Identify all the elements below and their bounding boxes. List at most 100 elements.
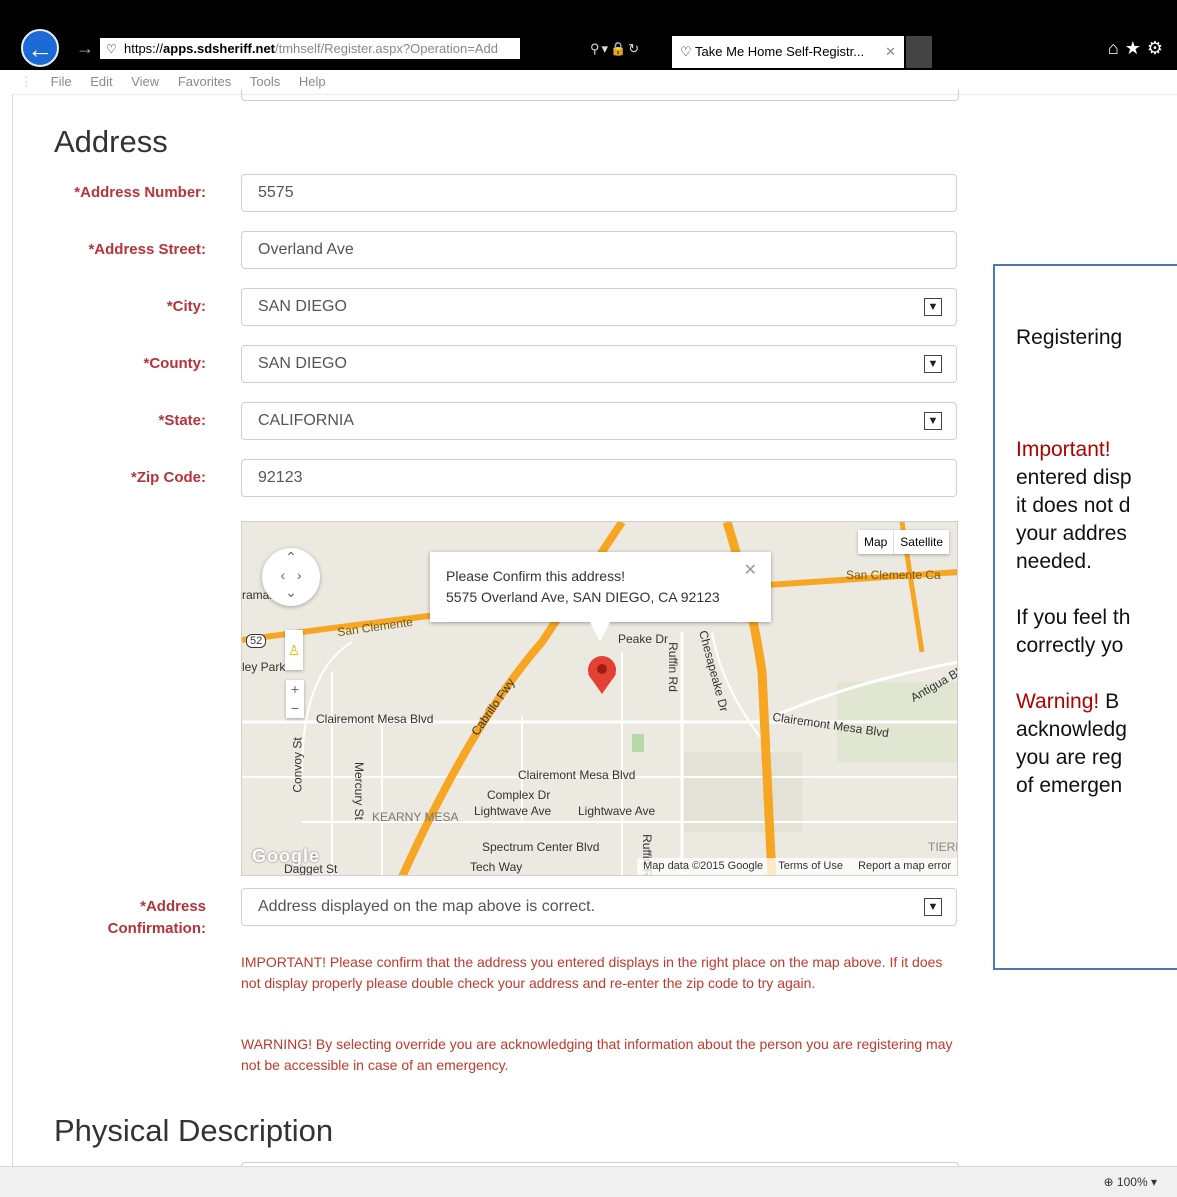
- city-label: *City:: [166, 298, 206, 315]
- sidebox-important: Important!: [1016, 438, 1111, 461]
- menu-favorites[interactable]: Favorites: [178, 70, 231, 94]
- pan-down-icon[interactable]: ⌄: [262, 584, 320, 600]
- map-footer: Map data ©2015 Google Terms of Use Repor…: [637, 858, 957, 875]
- map-label-clairemont-mesa-blvd-w: Clairemont Mesa Blvd: [316, 712, 434, 726]
- refresh-icon[interactable]: ↻: [628, 41, 641, 56]
- map-pan-control[interactable]: ⌃ ‹ › ⌄: [262, 548, 320, 606]
- important-note: IMPORTANT! Please confirm that the addre…: [241, 954, 943, 991]
- close-popup-icon[interactable]: ✕: [744, 560, 757, 581]
- map-type-satellite-button[interactable]: Satellite: [894, 530, 949, 554]
- zoom-level: 100%: [1116, 1175, 1148, 1189]
- map-label-convoy-st: Convoy St: [290, 737, 305, 793]
- address-confirmation-select[interactable]: Address displayed on the map above is co…: [241, 888, 957, 926]
- previous-field-stub: [241, 90, 959, 101]
- sidebox-line5: your addres: [1016, 522, 1127, 545]
- new-tab-button[interactable]: [906, 36, 932, 68]
- map-label-ley-park: ley Park: [242, 660, 286, 674]
- state-select[interactable]: CALIFORNIA ▼: [241, 402, 957, 440]
- warning-note: WARNING! By selecting override you are a…: [241, 1036, 953, 1073]
- zoom-in-icon[interactable]: +: [286, 680, 304, 699]
- map-info-popup: Please Confirm this address! 5575 Overla…: [430, 552, 771, 622]
- map-label-san-clemente-right: San Clemente Ca: [846, 568, 941, 582]
- physical-description-heading: Physical Description: [54, 1113, 334, 1148]
- map-label-tech-way: Tech Way: [470, 860, 523, 874]
- county-select[interactable]: SAN DIEGO ▼: [241, 345, 957, 383]
- search-icon[interactable]: ⚲: [590, 41, 602, 56]
- map-label-kearny-mesa: KEARNY MESA: [372, 810, 459, 824]
- map-label-ruffin-rd: Ruffin Rd: [665, 642, 680, 692]
- chevron-down-icon[interactable]: ▼: [924, 355, 942, 373]
- county-label: *County:: [143, 355, 207, 372]
- address-bar[interactable]: ♡ https://apps.sdsheriff.net/tmhself/Regi…: [100, 38, 520, 59]
- sidebox-line10: acknowledg: [1016, 718, 1127, 741]
- pan-left-right-icon[interactable]: ‹ ›: [262, 566, 320, 584]
- address-bar-tools[interactable]: ⚲▾🔒↻: [590, 38, 641, 59]
- state-value: CALIFORNIA: [258, 412, 355, 429]
- city-value: SAN DIEGO: [258, 298, 347, 315]
- menu-edit[interactable]: Edit: [90, 70, 112, 94]
- map-type-control: Map Satellite: [857, 530, 949, 554]
- map-label-lightwave-ave-1: Lightwave Ave: [474, 804, 552, 818]
- address-confirmation-label: *Address Confirmation:: [40, 896, 206, 940]
- map-report-error-link[interactable]: Report a map error: [852, 860, 957, 872]
- address-street-label: *Address Street:: [88, 241, 206, 258]
- menu-file[interactable]: File: [51, 70, 72, 94]
- window-left-border: [0, 94, 13, 1174]
- zoom-dropdown-icon[interactable]: ▾: [1151, 1175, 1157, 1189]
- zip-code-input[interactable]: 92123: [241, 459, 957, 497]
- zoom-out-icon[interactable]: −: [286, 699, 304, 718]
- google-logo: Google: [252, 846, 320, 866]
- lock-icon[interactable]: 🔒: [610, 41, 628, 56]
- city-select[interactable]: SAN DIEGO ▼: [241, 288, 957, 326]
- address-confirmation-value: Address displayed on the map above is co…: [258, 898, 596, 915]
- sidebox-line4: it does not d: [1016, 494, 1131, 517]
- zoom-magnifier-icon: ⊕: [1103, 1175, 1114, 1189]
- toolbar-icons: ⌂★⚙: [1108, 38, 1169, 59]
- back-arrow-icon[interactable]: ←: [21, 29, 59, 67]
- street-view-pegman-icon[interactable]: ♙: [285, 630, 303, 670]
- forward-arrow-icon[interactable]: →: [76, 38, 94, 59]
- url-prefix: https://: [124, 41, 164, 56]
- site-favicon-icon: ♡: [106, 42, 117, 56]
- pan-up-icon[interactable]: ⌃: [262, 548, 320, 566]
- address-street-input[interactable]: Overland Ave: [241, 231, 957, 269]
- home-icon[interactable]: ⌂: [1108, 38, 1125, 58]
- settings-gear-icon[interactable]: ⚙: [1147, 38, 1169, 58]
- chevron-down-icon[interactable]: ▼: [924, 898, 942, 916]
- dropdown-icon[interactable]: ▾: [602, 41, 611, 56]
- popup-title: Please Confirm this address!: [446, 568, 625, 584]
- zoom-control[interactable]: ⊕ 100% ▾: [1104, 1175, 1157, 1189]
- address-confirmation-label-line1: *Address: [140, 898, 206, 915]
- chevron-down-icon[interactable]: ▼: [924, 412, 942, 430]
- address-confirmation-label-line2: Confirmation:: [107, 920, 206, 937]
- help-sidebox: Registering Important! entered disp it d…: [993, 264, 1177, 970]
- tab-title: Take Me Home Self-Registr...: [695, 44, 865, 59]
- highway-shield-52-icon: 52: [246, 634, 267, 648]
- menu-view[interactable]: View: [131, 70, 159, 94]
- map-terms-link[interactable]: Terms of Use: [772, 860, 849, 872]
- address-map[interactable]: ramar San Clemente San Clemente Ca ley P…: [241, 521, 958, 876]
- address-number-label: *Address Number:: [74, 184, 206, 201]
- map-data-credit: Map data ©2015 Google: [643, 860, 764, 872]
- sidebox-line6: needed.: [1016, 550, 1092, 573]
- sidebox-warning-line: Warning! B: [1016, 688, 1119, 716]
- address-number-input[interactable]: 5575: [241, 174, 957, 212]
- close-tab-icon[interactable]: ✕: [885, 36, 896, 68]
- map-zoom-control[interactable]: + −: [286, 680, 304, 718]
- sidebox-warning: Warning!: [1016, 690, 1100, 713]
- zip-code-label: *Zip Code:: [131, 469, 206, 486]
- map-label-clairemont-mesa-blvd-c: Clairemont Mesa Blvd: [518, 768, 636, 782]
- menu-grip: ⋮: [20, 74, 33, 89]
- sidebox-line8: correctly yo: [1016, 634, 1124, 657]
- status-bar: ⊕ 100% ▾: [0, 1166, 1177, 1197]
- sidebox-warning-rest: B: [1099, 690, 1120, 713]
- map-label-spectrum-center: Spectrum Center Blvd: [482, 840, 600, 854]
- state-label: *State:: [158, 412, 206, 429]
- tab-favicon-icon: ♡: [680, 44, 692, 59]
- favorites-star-icon[interactable]: ★: [1125, 38, 1147, 58]
- address-heading: Address: [54, 124, 168, 159]
- browser-tab[interactable]: ♡ Take Me Home Self-Registr... ✕: [672, 36, 904, 68]
- sidebox-line12: of emergen: [1016, 774, 1123, 797]
- map-type-map-button[interactable]: Map: [858, 530, 895, 554]
- chevron-down-icon[interactable]: ▼: [924, 298, 942, 316]
